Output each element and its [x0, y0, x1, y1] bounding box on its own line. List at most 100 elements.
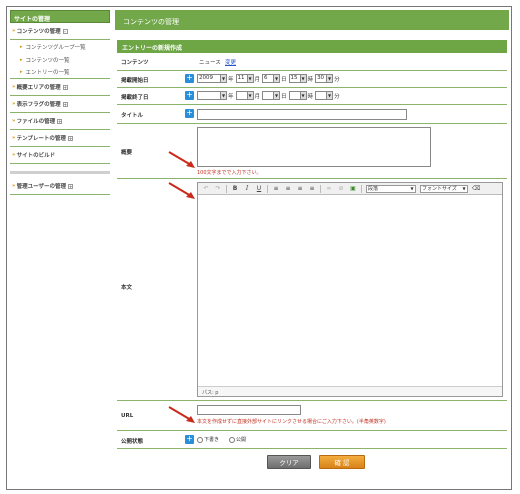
expand-icon[interactable]: +: [62, 84, 68, 90]
start-year-select[interactable]: 2009 ▼: [197, 74, 227, 83]
confirm-button[interactable]: 確 認: [319, 455, 365, 469]
chevron-down-icon: ▼: [246, 75, 253, 82]
unit-label: 日: [281, 93, 287, 100]
editor-toolbar: ↶ ↷ B I U ≡ ≡ ≡ ≡ ∞ ⊘ ▣ 段落 ▼ フォントサイズ ▼ ⌫: [198, 183, 502, 195]
undo-icon[interactable]: ↶: [202, 185, 210, 192]
align-left-icon[interactable]: ≡: [272, 185, 280, 192]
sidebar-sub-label: コンテンツグループ一覧: [25, 44, 86, 51]
chevron-down-icon: ▼: [220, 92, 226, 99]
align-right-icon[interactable]: ≡: [296, 185, 304, 192]
end-minute-select[interactable]: ▼: [315, 91, 334, 100]
rich-text-editor[interactable]: ↶ ↷ B I U ≡ ≡ ≡ ≡ ∞ ⊘ ▣ 段落 ▼ フォントサイズ ▼ ⌫…: [197, 182, 503, 397]
redo-icon[interactable]: ↷: [214, 185, 222, 192]
italic-icon[interactable]: I: [243, 185, 251, 192]
start-day-select[interactable]: 6 ▼: [262, 74, 281, 83]
title-input[interactable]: [197, 109, 407, 120]
end-month-select[interactable]: ▼: [235, 91, 254, 100]
url-input[interactable]: [197, 405, 301, 415]
sidebar-item-admin-users[interactable]: » 管理ユーザーの管理 +: [10, 178, 110, 195]
sidebar-sub-entry-list[interactable]: ▸ エントリーの一覧: [10, 66, 110, 79]
red-arrow-icon: [168, 406, 195, 423]
summary-row: 概要 100文字までで入力下さい。: [117, 124, 507, 179]
url-help-text: 本文を作成せずに直接外部サイトにリンクさせる場合にご入力下さい。(半角英数字): [197, 419, 386, 425]
format-select[interactable]: 段落 ▼: [366, 184, 416, 193]
unit-label: 分: [334, 76, 340, 83]
sidebar-item-label: 管理ユーザーの管理: [16, 184, 66, 190]
start-date-controls: 2009 ▼ 年 11 ▼ 月 6 ▼ 日 15 ▼ 時 30 ▼ 分: [197, 74, 342, 83]
chevron-down-icon: ▼: [299, 92, 306, 99]
plus-icon[interactable]: +: [185, 109, 194, 118]
expand-icon[interactable]: +: [57, 118, 63, 124]
sidebar-item-templates[interactable]: » テンプレートの管理 +: [10, 130, 110, 147]
title-label: タイトル: [121, 113, 144, 119]
unit-label: 時: [307, 93, 314, 100]
sidebar-item-label: 表示フラグの管理: [16, 102, 61, 108]
expand-icon[interactable]: +: [67, 135, 73, 141]
radio-public[interactable]: [228, 436, 235, 443]
start-date-row: 掲載開始日 + 2009 ▼ 年 11 ▼ 月 6 ▼ 日 15 ▼ 時 30 ▼ 分: [117, 71, 507, 88]
body-row: 本文 ↶ ↷ B I U ≡ ≡ ≡ ≡ ∞ ⊘ ▣ 段落 ▼ フォントサイズ …: [117, 179, 507, 401]
status-row: 公開状態 + 下書き 公開: [117, 431, 507, 449]
sidebar-sub-content-groups[interactable]: ▸ コンテンツグループ一覧: [10, 40, 110, 53]
change-content-link[interactable]: 変更: [225, 58, 236, 66]
end-date-row: 掲載終了日 + ▼ 年 ▼ 月 ▼ 日 ▼ 時 ▼ 分: [117, 88, 507, 105]
url-row: URL 本文を作成せずに直接外部サイトにリンクさせる場合にご入力下さい。(半角英…: [117, 401, 507, 431]
sidebar-item-label: 概要エリアの管理: [16, 85, 61, 91]
chevron-down-icon: ▼: [246, 92, 253, 99]
unit-label: 月: [254, 76, 261, 83]
unit-label: 月: [254, 93, 261, 100]
sidebar-item-label: サイトのビルド: [16, 153, 56, 159]
section-title: エントリーの新規作成: [117, 40, 507, 53]
summary-textarea[interactable]: [197, 127, 431, 167]
unit-label: 年: [228, 76, 234, 83]
status-label: 公開状態: [121, 439, 144, 445]
unit-label: 分: [334, 93, 340, 100]
red-arrow-icon: [168, 182, 195, 199]
bold-icon[interactable]: B: [231, 185, 239, 192]
chevron-down-icon: ▼: [410, 185, 414, 191]
eraser-icon[interactable]: ⌫: [472, 185, 480, 192]
end-hour-select[interactable]: ▼: [288, 91, 307, 100]
editor-path-bar: パス: p: [198, 386, 502, 396]
align-center-icon[interactable]: ≡: [284, 185, 292, 192]
double-chevron-icon: »: [12, 84, 16, 90]
image-icon[interactable]: ▣: [349, 185, 357, 192]
unlink-icon[interactable]: ⊘: [337, 185, 345, 192]
plus-icon[interactable]: +: [185, 91, 194, 100]
sidebar-item-site-build[interactable]: » サイトのビルド: [10, 147, 110, 164]
expand-icon[interactable]: +: [67, 183, 73, 189]
link-icon[interactable]: ∞: [325, 185, 333, 192]
bullet-arrow-icon: ▸: [20, 43, 23, 50]
button-bar: クリア 確 認: [115, 449, 509, 473]
sidebar-item-content[interactable]: » コンテンツの管理 -: [10, 23, 110, 40]
chevron-down-icon: ▼: [220, 75, 226, 82]
content-value: ニュース: [199, 60, 221, 66]
sidebar: サイトの管理 » コンテンツの管理 - ▸ コンテンツグループ一覧 ▸ コンテン…: [10, 10, 110, 195]
plus-icon[interactable]: +: [185, 435, 194, 444]
end-year-select[interactable]: ▼: [197, 91, 227, 100]
content-row: コンテンツ ニュース 変更: [117, 53, 507, 71]
end-day-select[interactable]: ▼: [262, 91, 281, 100]
sidebar-sub-label: エントリーの一覧: [25, 70, 70, 76]
align-justify-icon[interactable]: ≡: [308, 185, 316, 192]
start-minute-select[interactable]: 30 ▼: [315, 74, 334, 83]
sidebar-item-summary-area[interactable]: » 概要エリアの管理 +: [10, 79, 110, 96]
start-hour-select[interactable]: 15 ▼: [288, 74, 307, 83]
sidebar-sub-content-list[interactable]: ▸ コンテンツの一覧: [10, 53, 110, 66]
unit-label: 年: [228, 93, 234, 100]
expand-icon[interactable]: +: [62, 101, 68, 107]
collapse-icon[interactable]: -: [62, 28, 68, 34]
font-size-select[interactable]: フォントサイズ ▼: [420, 184, 468, 193]
underline-icon[interactable]: U: [255, 185, 263, 192]
clear-button[interactable]: クリア: [267, 455, 311, 469]
sidebar-divider: [10, 164, 110, 174]
sidebar-item-display-flags[interactable]: » 表示フラグの管理 +: [10, 96, 110, 113]
start-month-select[interactable]: 11 ▼: [235, 74, 254, 83]
bullet-arrow-icon: ▸: [20, 69, 23, 75]
radio-draft-label: 下書き: [204, 437, 220, 443]
plus-icon[interactable]: +: [185, 74, 194, 83]
sidebar-item-files[interactable]: » ファイルの管理 +: [10, 113, 110, 130]
radio-draft[interactable]: [197, 436, 203, 443]
summary-help-text: 100文字までで入力下さい。: [197, 170, 262, 176]
body-label: 本文: [121, 285, 133, 291]
